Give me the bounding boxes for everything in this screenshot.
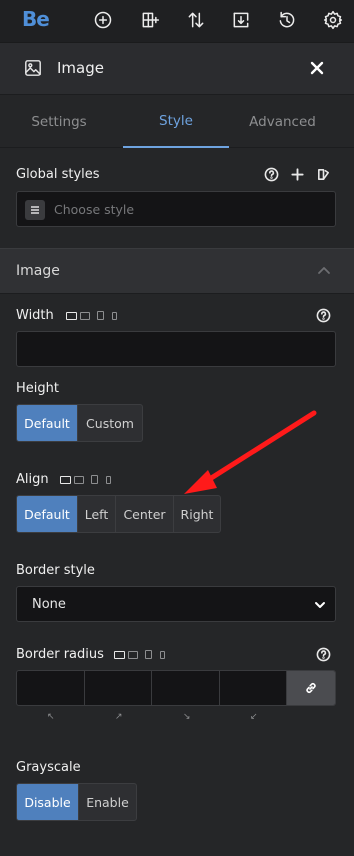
align-toggle: Default Left Center Right xyxy=(16,495,221,533)
list-icon xyxy=(25,200,45,220)
image-icon xyxy=(24,59,44,79)
tablet-landscape-icon[interactable] xyxy=(128,650,138,659)
width-input[interactable] xyxy=(16,331,336,367)
add-style-icon[interactable] xyxy=(290,167,305,186)
gear-icon[interactable] xyxy=(321,8,345,32)
help-icon[interactable] xyxy=(316,308,331,327)
grayscale-toggle: Disable Enable xyxy=(16,783,137,821)
corner-top-right-glyph: ↗ xyxy=(115,712,123,722)
border-style-select[interactable]: None xyxy=(16,586,336,622)
height-label: Height xyxy=(16,381,59,396)
tablet-icon[interactable] xyxy=(145,650,152,659)
border-style-label: Border style xyxy=(16,563,95,578)
height-option-default[interactable]: Default xyxy=(17,405,78,441)
mobile-icon[interactable] xyxy=(112,311,117,320)
corner-bottom-right-glyph: ↘ xyxy=(183,712,191,722)
height-option-custom[interactable]: Custom xyxy=(78,405,142,441)
radius-bottom-right-input[interactable] xyxy=(152,671,220,705)
global-styles-label: Global styles xyxy=(16,167,100,182)
border-radius-label: Border radius xyxy=(16,647,104,662)
height-toggle: Default Custom xyxy=(16,404,143,442)
choose-style-select[interactable]: Choose style xyxy=(16,191,336,227)
responsive-device-switch[interactable] xyxy=(66,311,117,320)
responsive-device-switch[interactable] xyxy=(114,650,165,659)
import-icon[interactable] xyxy=(229,8,253,32)
radius-top-left-input[interactable] xyxy=(17,671,85,705)
grayscale-option-disable[interactable]: Disable xyxy=(17,784,79,820)
sort-icon[interactable] xyxy=(184,8,208,32)
desktop-icon[interactable] xyxy=(60,475,71,484)
tablet-landscape-icon[interactable] xyxy=(74,475,84,484)
chevron-up-icon[interactable] xyxy=(316,263,334,281)
corner-bottom-left-glyph: ↙ xyxy=(250,712,258,722)
choose-style-placeholder: Choose style xyxy=(54,202,135,217)
grayscale-option-enable[interactable]: Enable xyxy=(79,784,136,820)
chevron-down-icon xyxy=(313,597,327,611)
top-toolbar: Be xyxy=(0,0,354,42)
section-title: Image xyxy=(16,263,60,279)
tab-advanced[interactable]: Advanced xyxy=(229,95,336,148)
desktop-icon[interactable] xyxy=(66,311,77,320)
tablet-icon[interactable] xyxy=(91,475,98,484)
panel-title: Image xyxy=(57,59,104,77)
align-label: Align xyxy=(16,472,49,487)
border-style-value: None xyxy=(32,597,66,612)
tab-settings[interactable]: Settings xyxy=(0,95,118,148)
responsive-device-switch[interactable] xyxy=(60,475,111,484)
tab-style[interactable]: Style xyxy=(123,95,229,148)
manage-styles-icon[interactable] xyxy=(316,167,331,186)
close-icon[interactable] xyxy=(307,58,329,80)
radius-top-right-input[interactable] xyxy=(85,671,153,705)
desktop-icon[interactable] xyxy=(114,650,125,659)
mobile-icon[interactable] xyxy=(106,475,111,484)
add-section-icon[interactable] xyxy=(138,8,162,32)
link-icon[interactable] xyxy=(287,671,335,705)
align-option-left[interactable]: Left xyxy=(78,496,116,532)
align-option-right[interactable]: Right xyxy=(174,496,220,532)
border-radius-inputs xyxy=(16,670,336,706)
align-option-default[interactable]: Default xyxy=(17,496,78,532)
width-label: Width xyxy=(16,308,54,323)
help-icon[interactable] xyxy=(316,647,331,666)
tablet-icon[interactable] xyxy=(97,311,104,320)
plus-circle-icon[interactable] xyxy=(91,8,115,32)
tablet-landscape-icon[interactable] xyxy=(80,311,90,320)
panel-header: Image xyxy=(0,42,354,94)
image-section-header[interactable]: Image xyxy=(0,248,354,294)
grayscale-label: Grayscale xyxy=(16,760,81,775)
panel-tabs: Settings Style Advanced xyxy=(0,94,354,148)
radius-bottom-left-input[interactable] xyxy=(220,671,288,705)
corner-top-left-glyph: ↖ xyxy=(47,712,55,722)
history-icon[interactable] xyxy=(275,8,299,32)
logo[interactable]: Be xyxy=(22,7,50,31)
mobile-icon[interactable] xyxy=(160,650,165,659)
help-icon[interactable] xyxy=(264,167,279,186)
align-option-center[interactable]: Center xyxy=(116,496,174,532)
